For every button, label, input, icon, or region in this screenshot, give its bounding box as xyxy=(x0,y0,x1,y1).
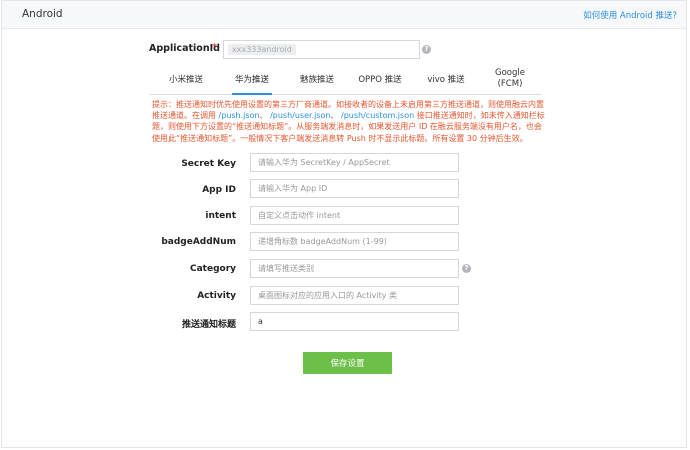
vendor-tabs: 小米推送 华为推送 魅族推送 OPPO 推送 vivo 推送 Google (FC… xyxy=(150,67,542,95)
application-id-label: ApplicationId xyxy=(149,43,220,54)
application-id-field: xxx333android xyxy=(223,40,420,59)
tab-huawei[interactable]: 华为推送 xyxy=(232,67,272,95)
android-push-panel: Android 如何使用 Android 推送? ApplicationId *… xyxy=(1,0,687,448)
tab-vivo[interactable]: vivo 推送 xyxy=(424,67,468,95)
tab-oppo[interactable]: OPPO 推送 xyxy=(355,67,405,95)
intent-label: intent xyxy=(205,211,236,221)
application-id-value: xxx333android xyxy=(228,44,296,55)
category-input[interactable] xyxy=(250,259,459,278)
badge-add-num-label: badgeAddNum xyxy=(161,237,236,247)
panel-header: Android 如何使用 Android 推送? xyxy=(2,1,686,29)
intent-input[interactable] xyxy=(250,206,459,225)
required-mark: * xyxy=(212,42,217,53)
app-id-input[interactable] xyxy=(250,179,459,198)
push-title-input[interactable] xyxy=(250,312,459,331)
tab-xiaomi[interactable]: 小米推送 xyxy=(164,67,208,95)
notice-text: 提示：推送通知时优先使用设置的第三方厂商通道。如接收者的设备上未启用第三方推送通… xyxy=(152,100,545,143)
activity-input[interactable] xyxy=(250,286,459,305)
api-push-user-link: /push/user.json xyxy=(270,111,331,121)
save-settings-button[interactable]: 保存设置 xyxy=(303,352,392,374)
push-title-label: 推送通知标题 xyxy=(181,320,236,330)
help-circle-icon[interactable]: ? xyxy=(422,45,431,54)
secret-key-input[interactable] xyxy=(250,153,459,172)
api-push-link: /push.json xyxy=(218,111,260,121)
panel-title: Android xyxy=(22,8,63,20)
tab-google-fcm[interactable]: Google (FCM) xyxy=(488,67,532,95)
help-circle-icon[interactable]: ? xyxy=(462,264,471,273)
secret-key-label: Secret Key xyxy=(181,159,236,169)
how-to-use-link[interactable]: 如何使用 Android 推送? xyxy=(583,9,677,21)
api-push-custom-link: /push/custom.json xyxy=(341,111,415,121)
badge-add-num-input[interactable] xyxy=(250,232,459,251)
category-label: Category xyxy=(189,264,236,274)
app-id-label: App ID xyxy=(202,185,236,195)
tab-meizu[interactable]: 魅族推送 xyxy=(295,67,339,95)
activity-label: Activity xyxy=(197,291,236,301)
